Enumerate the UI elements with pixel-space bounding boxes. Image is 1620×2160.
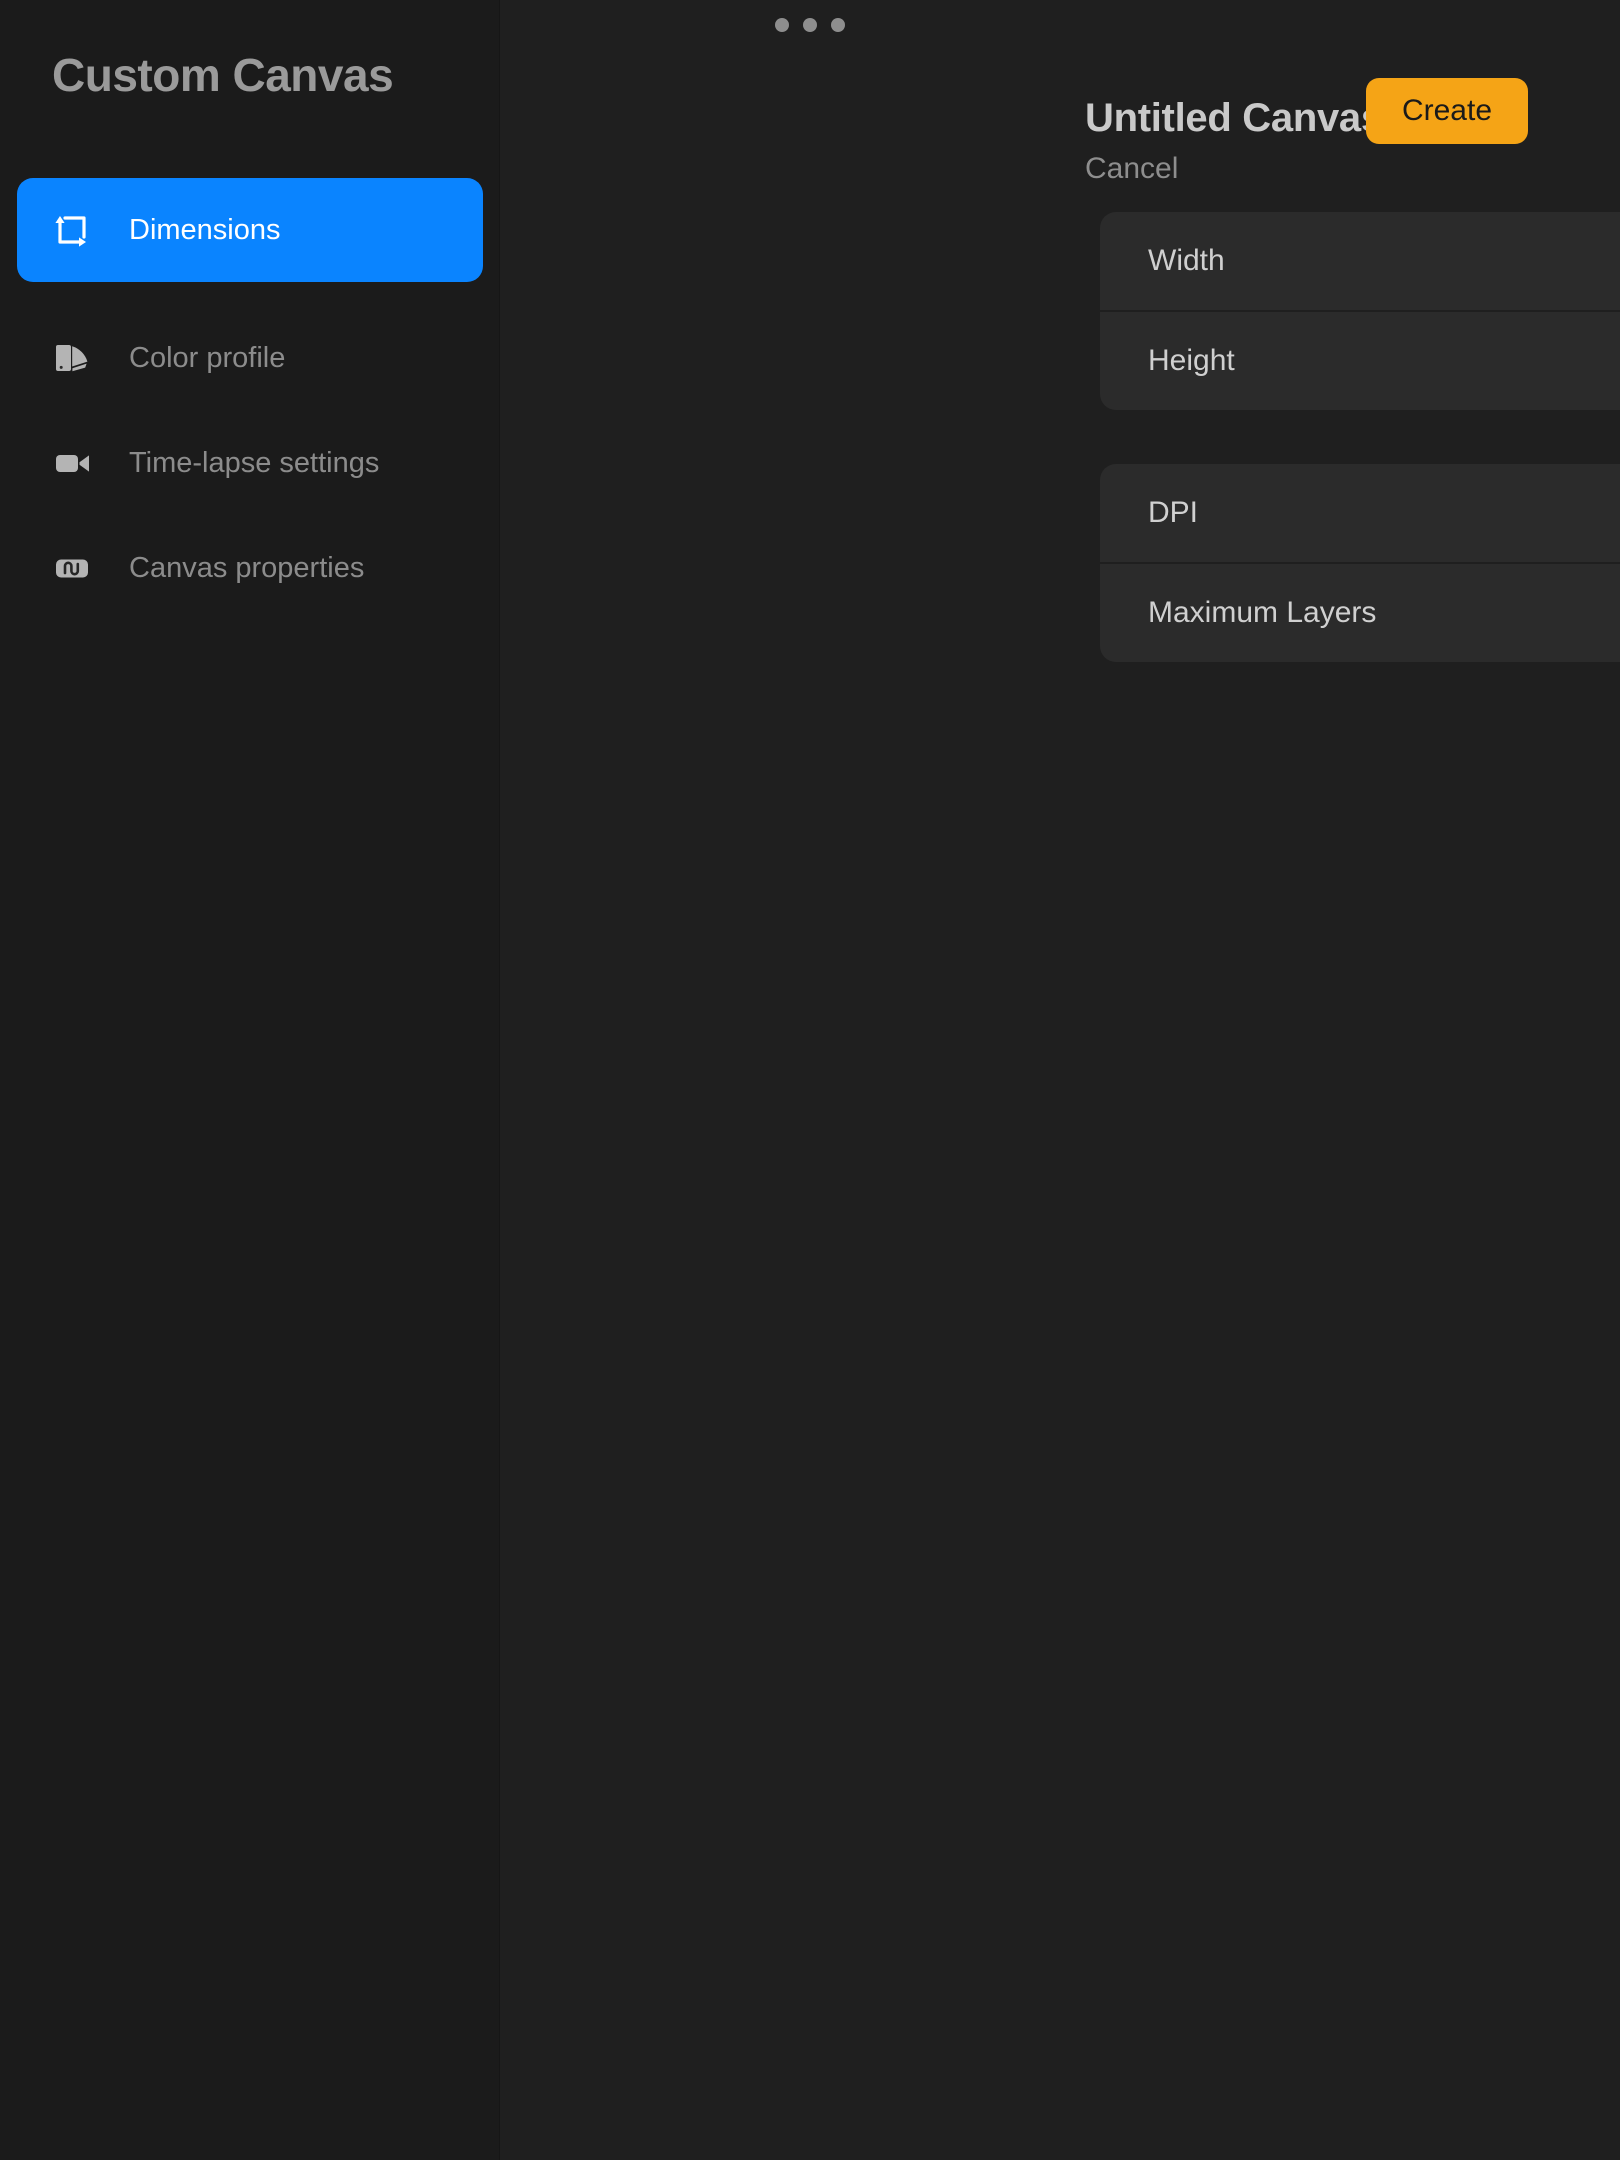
video-camera-icon xyxy=(45,436,99,490)
dot xyxy=(775,18,789,32)
field-row-width[interactable]: Width 1170 px xyxy=(1100,212,1620,310)
create-button[interactable]: Create xyxy=(1365,78,1528,144)
sidebar-item-label: Canvas properties xyxy=(129,551,365,584)
canvas-properties-icon xyxy=(45,541,99,595)
sidebar-nav: Dimensions Color profile Time-lapse sett… xyxy=(0,178,500,620)
canvas-name-title[interactable]: Untitled Canvas xyxy=(1085,98,1383,138)
custom-canvas-dialog: Custom Canvas Dimensions Color profile T… xyxy=(0,0,1620,2160)
field-label: Width xyxy=(1148,244,1225,277)
dimension-fields-group: Width 1170 px Height 2532 px xyxy=(1100,212,1620,410)
sidebar: Custom Canvas Dimensions Color profile T… xyxy=(0,0,500,2160)
main-panel: Untitled Canvas Cancel Create Width 1170… xyxy=(500,0,1620,2160)
field-label: Height xyxy=(1148,344,1235,377)
field-row-maximum-layers[interactable]: Maximum Layers 86 xyxy=(1100,564,1620,662)
sidebar-item-label: Color profile xyxy=(129,341,286,374)
sidebar-item-color-profile[interactable]: Color profile xyxy=(17,306,483,410)
sidebar-item-label: Dimensions xyxy=(129,213,281,246)
more-dots-icon[interactable] xyxy=(775,18,845,32)
sidebar-item-canvas-properties[interactable]: Canvas properties xyxy=(17,516,483,620)
sidebar-item-label: Time-lapse settings xyxy=(129,446,380,479)
dimensions-icon xyxy=(45,203,99,257)
color-swatch-icon xyxy=(45,331,99,385)
output-fields-group: DPI 300 Maximum Layers 86 xyxy=(1100,464,1620,662)
dot xyxy=(803,18,817,32)
cancel-button[interactable]: Cancel xyxy=(1085,154,1178,184)
page-title: Custom Canvas xyxy=(52,49,394,101)
dot xyxy=(831,18,845,32)
sidebar-item-dimensions[interactable]: Dimensions xyxy=(17,178,483,282)
field-label: Maximum Layers xyxy=(1148,596,1377,629)
field-row-dpi[interactable]: DPI 300 xyxy=(1100,464,1620,562)
sidebar-item-time-lapse-settings[interactable]: Time-lapse settings xyxy=(17,411,483,515)
field-label: DPI xyxy=(1148,496,1199,529)
field-row-height[interactable]: Height 2532 px xyxy=(1100,312,1620,410)
